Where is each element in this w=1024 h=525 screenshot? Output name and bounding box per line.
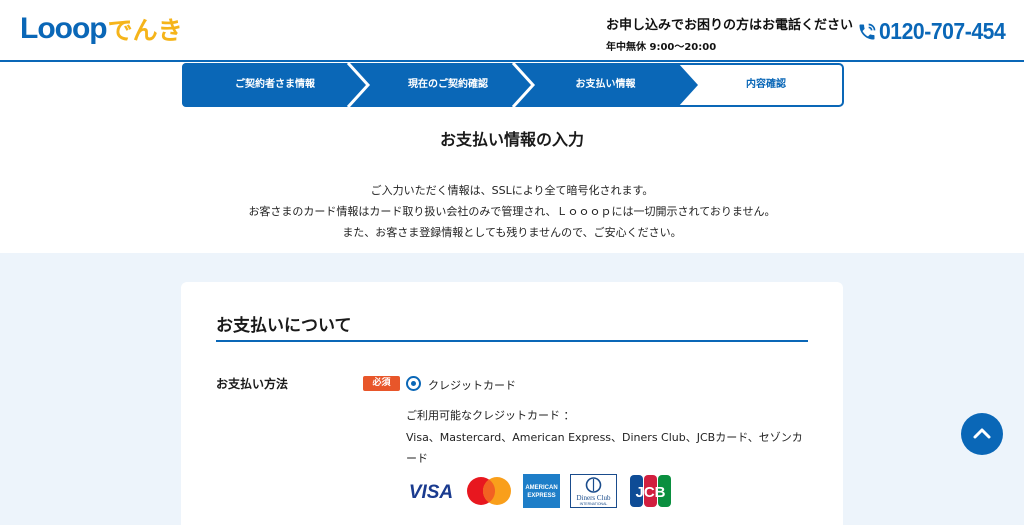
visa-logo-text: VISA <box>409 482 453 503</box>
svg-text:AMERICAN: AMERICAN <box>525 485 557 491</box>
logo-main-text: Looop <box>20 12 108 45</box>
jcb-logo: JCB <box>630 475 671 507</box>
credit-card-radio[interactable] <box>406 376 421 391</box>
contact-lead: お申し込みでお困りの方はお電話ください <box>606 18 854 33</box>
looop-denki-logo[interactable]: Looop でんき <box>20 12 183 46</box>
svg-text:Diners Club: Diners Club <box>576 494 611 502</box>
scroll-to-top-button[interactable] <box>961 413 1003 455</box>
logo-sub-text: でんき <box>107 16 183 45</box>
contact-info: お申し込みでお困りの方はお電話ください 年中無休 9:00〜20:00 <box>606 14 853 53</box>
step-confirmation: 内容確認 <box>746 79 786 90</box>
mastercard-logo <box>467 477 511 505</box>
svg-text:EXPRESS: EXPRESS <box>527 493 555 499</box>
notice-line: また、お客さま登録情報としても残りませんので、ご安心ください。 <box>342 226 682 239</box>
diners-club-logo: Diners Club INTERNATIONAL <box>570 474 617 508</box>
step-payment-info: お支払い情報 <box>575 79 636 90</box>
notice-line: お客さまのカード情報はカード取り扱い会社のみで管理され、Ｌｏｏｏｐには一切開示さ… <box>248 205 776 218</box>
chevron-up-icon <box>973 428 991 439</box>
step-current-contract: 現在のご契約確認 <box>408 79 488 90</box>
accepted-cards-list: Visa、Mastercard、American Express、Diners … <box>406 431 803 465</box>
section-divider <box>216 340 808 342</box>
page-title: お支払い情報の入力 <box>439 130 584 149</box>
amex-logo: AMERICAN EXPRESS <box>523 474 560 508</box>
payment-method-label: お支払い方法 <box>216 377 289 391</box>
credit-card-option-label[interactable]: クレジットカード <box>428 377 516 393</box>
svg-text:INTERNATIONAL: INTERNATIONAL <box>580 502 608 506</box>
svg-text:JCB: JCB <box>635 484 665 501</box>
phone-link[interactable]: 0120-707-454 <box>857 18 1016 45</box>
visa-logo: VISA <box>409 482 453 503</box>
site-header: Looop でんき お申し込みでお困りの方はお電話ください 年中無休 9:00〜… <box>0 0 1024 62</box>
phone-number: 0120-707-454 <box>879 18 1006 44</box>
contact-hours: 年中無休 9:00〜20:00 <box>606 42 717 53</box>
step-contractor-info: ご契約者さま情報 <box>235 79 315 90</box>
accepted-cards-heading: ご利用可能なクレジットカード ： <box>406 409 575 422</box>
section-title: お支払いについて <box>216 316 352 336</box>
notice-line: ご入力いただく情報は、SSLにより全て暗号化されます。 <box>370 184 654 197</box>
phone-icon <box>859 23 876 39</box>
required-badge: 必須 <box>363 376 400 391</box>
security-notice: ご入力いただく情報は、SSLにより全て暗号化されます。 お客さまのカード情報はカ… <box>0 180 1024 243</box>
progress-steps: ご契約者さま情報 現在のご契約確認 お支払い情報 内容確認 <box>182 63 844 107</box>
